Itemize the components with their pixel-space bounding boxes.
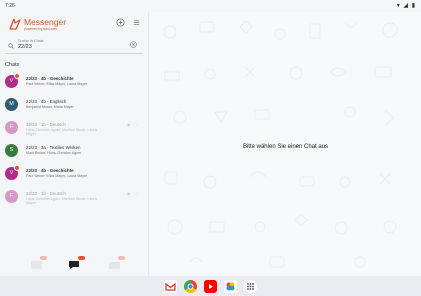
chat-avatar: F [5,190,18,203]
chat-list: V 22/23 · 4b - Geschichte Paul Weber, Elia… [0,71,148,209]
chat-avatar: F [5,121,18,134]
chat-avatar: S [5,144,18,157]
chat-title: 22/23 · 3a - Textiles Werken [26,145,81,150]
chat-list-item[interactable]: V 22/23 · 4b - Geschichte Paul Weber, Elia… [0,163,148,186]
taskbar [0,276,421,296]
status-bar: 7:26 ▾ ◢ ▮ [0,0,421,12]
chat-members: Hans-Christian Agner, Manfred Bauer, Lau… [26,197,97,201]
nav-news[interactable] [30,256,47,270]
chat-members: Benjamin Moser, Maria Mayer [26,105,74,109]
chat-members: Mark Binder, Hans-Christian Agner [26,151,82,155]
nav-files[interactable] [108,256,125,270]
chat-members: Paul Weber, Elias Mayer, Laura Mayer [26,82,88,86]
chat-area: Bitte wählen Sie einen Chat aus [150,12,421,276]
chat-list-item[interactable]: M 22/23 · 4b - Englisch Benjamin Moser, Ma… [0,94,148,117]
photos-icon[interactable] [224,280,237,293]
files-icon [109,262,120,269]
nav-news-badge [40,256,47,260]
chat-title: 22/23 · 4b - Geschichte [26,168,74,173]
app-brand-sub: powered by sdui.com [24,27,58,31]
unread-badge [14,73,20,79]
chats-icon [69,261,79,269]
search-input[interactable]: 22/23 [18,44,32,50]
menu-icon[interactable] [132,18,141,27]
chat-title: 22/23 · 4b - Englisch [26,99,67,104]
chat-sidebar: Messenger powered by sdui.com Suche in C… [0,12,149,276]
news-icon [31,261,42,269]
search-icon [8,43,14,49]
nav-chats[interactable] [68,256,85,270]
chat-muted-icons: ◉ ◌ [127,191,140,196]
chat-muted-icons: ◉ ◌ [127,122,140,127]
search-placeholder: Suche in Chats [18,39,44,43]
nav-chats-badge [78,256,85,260]
chat-list-item[interactable]: S 22/23 · 3a - Textiles Werken Mark Binder… [0,140,148,163]
chat-list-item[interactable]: V 22/23 · 4b - Geschichte Paul Weber, Elia… [0,71,148,94]
chat-members: Hans-Christian Agner, Manfred Bauer, Lau… [26,128,97,132]
search-field[interactable]: Suche in Chats 22/23 [5,38,143,54]
empty-state-message: Bitte wählen Sie einen Chat aus [242,144,329,150]
messenger-logo-icon [9,18,21,30]
section-title: Chats [5,62,20,68]
app-brand: Messenger [24,17,67,27]
gmail-icon[interactable] [164,280,177,293]
new-chat-icon[interactable] [116,18,125,27]
chat-title: 22/23 · 1b - Deutsch [26,122,66,127]
clear-search-icon[interactable] [130,41,137,48]
sidebar-header: Messenger powered by sdui.com [0,12,148,36]
bottom-navigation [0,252,149,276]
chat-avatar: M [5,98,18,111]
nav-files-badge [118,256,125,260]
chat-list-item[interactable]: F 22/23 · 1b - Deutsch Hans-Christian Agne… [0,117,148,140]
status-time: 7:26 [5,3,15,9]
system-icons: ▾ ◢ ▮ [396,3,416,9]
chat-list-item[interactable]: F 22/23 · 1b - Deutsch Hans-Christian Agne… [0,186,148,209]
chat-members-continued: Mayer [26,132,36,136]
chat-title: 22/23 · 4b - Geschichte [26,76,74,81]
app-drawer-icon[interactable] [244,280,257,293]
chat-members: Paul Weber, Elias Mayer, Laura Mayer [26,174,88,178]
chat-title: 22/23 · 1b - Deutsch [26,191,66,196]
chrome-icon[interactable] [184,280,197,293]
unread-badge [14,165,20,171]
youtube-icon[interactable] [204,280,217,293]
chat-members-continued: Mayer [26,201,36,205]
